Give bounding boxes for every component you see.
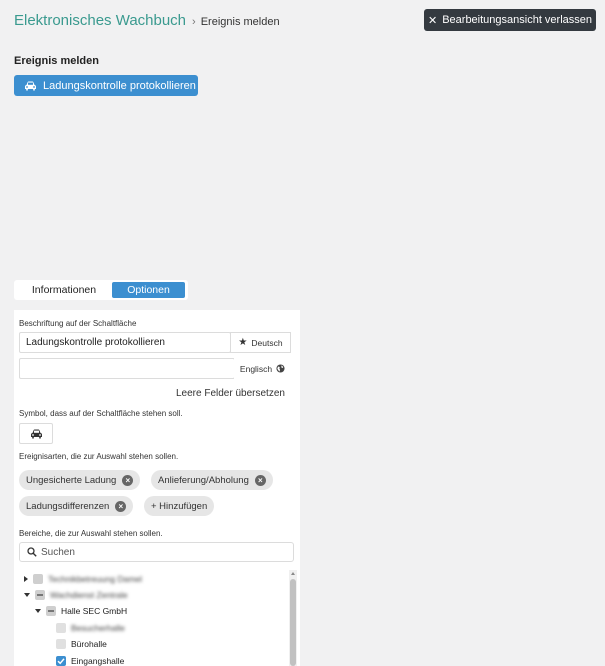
caption-de-input[interactable]: Ladungskontrolle protokollieren <box>19 332 231 353</box>
event-type-chip[interactable]: Anlieferung/Abholung × <box>151 470 273 490</box>
scroll-thumb[interactable] <box>290 579 296 666</box>
tab-bar: Informationen Optionen <box>14 280 188 300</box>
area-tree: Technikbetreuung Damel Wachdienst Zentra… <box>19 570 297 666</box>
tab-optionen[interactable]: Optionen <box>112 282 185 298</box>
symbol-label: Symbol, dass auf der Schaltfläche stehen… <box>19 409 183 418</box>
event-type-chip-label: Ungesicherte Ladung <box>26 474 117 486</box>
checkbox[interactable] <box>46 606 56 616</box>
checkbox[interactable] <box>33 574 43 584</box>
search-icon <box>27 547 37 557</box>
breadcrumb-separator: › <box>192 16 196 28</box>
tree-node[interactable]: Bürohalle <box>56 637 107 651</box>
check-icon <box>57 658 65 665</box>
event-type-chip-label: Anlieferung/Abholung <box>158 474 249 486</box>
language-de-label: Deutsch <box>251 337 283 348</box>
areas-label: Bereiche, die zur Auswahl stehen sollen. <box>19 529 163 538</box>
tree-node-label: Eingangshalle <box>71 656 125 666</box>
tree-node-label: Bürohalle <box>71 639 107 649</box>
breadcrumb-current: Ereignis melden <box>200 16 280 28</box>
tree-node[interactable]: Technikbetreuung Damel <box>24 572 142 586</box>
breadcrumb: Elektronisches Wachbuch › Ereignis melde… <box>14 12 280 29</box>
add-event-type-button[interactable]: + Hinzufügen <box>144 496 215 516</box>
car-icon <box>25 81 36 90</box>
exit-edit-view-label: Bearbeitungsansicht verlassen <box>442 14 593 26</box>
remove-chip-icon[interactable]: × <box>115 500 127 512</box>
caret-down-icon[interactable] <box>24 593 30 597</box>
checkbox[interactable] <box>56 623 66 633</box>
tree-scrollbar[interactable] <box>289 570 297 666</box>
event-type-chip[interactable]: Ungesicherte Ladung × <box>19 470 141 490</box>
exit-edit-view-button[interactable]: ✕ Bearbeitungsansicht verlassen <box>424 9 596 31</box>
tree-node-label: Wachdienst Zentrale <box>50 590 128 600</box>
checkbox[interactable] <box>35 590 45 600</box>
caption-label: Beschriftung auf der Schaltfläche <box>19 319 137 328</box>
tree-node[interactable]: Besucherhalle <box>56 621 125 635</box>
language-de-addon[interactable]: ★ Deutsch <box>230 332 291 353</box>
log-load-check-label: Ladungskontrolle protokollieren <box>43 79 196 92</box>
tree-node-label: Technikbetreuung Damel <box>48 574 143 584</box>
tree-node[interactable]: Wachdienst Zentrale <box>24 588 128 602</box>
symbol-picker-button[interactable] <box>19 423 53 444</box>
event-type-chip-label: Ladungsdifferenzen <box>26 500 110 512</box>
tree-node-label: Besucherhalle <box>71 623 125 633</box>
car-icon <box>30 429 42 438</box>
tab-informationen[interactable]: Informationen <box>16 282 112 298</box>
tree-node[interactable]: Eingangshalle <box>56 654 124 666</box>
caret-down-icon[interactable] <box>35 609 41 613</box>
translate-empty-fields-link[interactable]: Leere Felder übersetzen <box>176 388 285 399</box>
checkbox[interactable] <box>56 656 66 666</box>
log-load-check-button[interactable]: Ladungskontrolle protokollieren <box>14 75 198 96</box>
caret-right-icon[interactable] <box>24 576 28 582</box>
tree-node-label: Halle SEC GmbH <box>61 606 128 616</box>
app-title[interactable]: Elektronisches Wachbuch <box>14 12 186 29</box>
event-types-label: Ereignisarten, die zur Auswahl stehen so… <box>19 452 179 461</box>
star-icon: ★ <box>238 337 248 348</box>
globe-icon <box>276 364 285 373</box>
caption-en-input[interactable] <box>19 358 235 379</box>
close-icon: ✕ <box>427 14 438 27</box>
scroll-up-icon[interactable] <box>290 572 295 575</box>
remove-chip-icon[interactable]: × <box>254 474 266 486</box>
options-panel: Beschriftung auf der Schaltfläche Ladung… <box>14 310 300 666</box>
search-placeholder: Suchen <box>41 546 75 558</box>
language-en-label: Englisch <box>239 363 273 374</box>
checkbox[interactable] <box>56 639 66 649</box>
remove-chip-icon[interactable]: × <box>122 474 134 486</box>
event-type-chip[interactable]: Ladungsdifferenzen × <box>19 496 134 516</box>
tree-node[interactable]: Halle SEC GmbH <box>35 604 127 618</box>
search-field[interactable]: Suchen <box>19 542 294 562</box>
page-title: Ereignis melden <box>14 55 99 67</box>
language-en-addon[interactable]: Englisch <box>234 358 291 379</box>
